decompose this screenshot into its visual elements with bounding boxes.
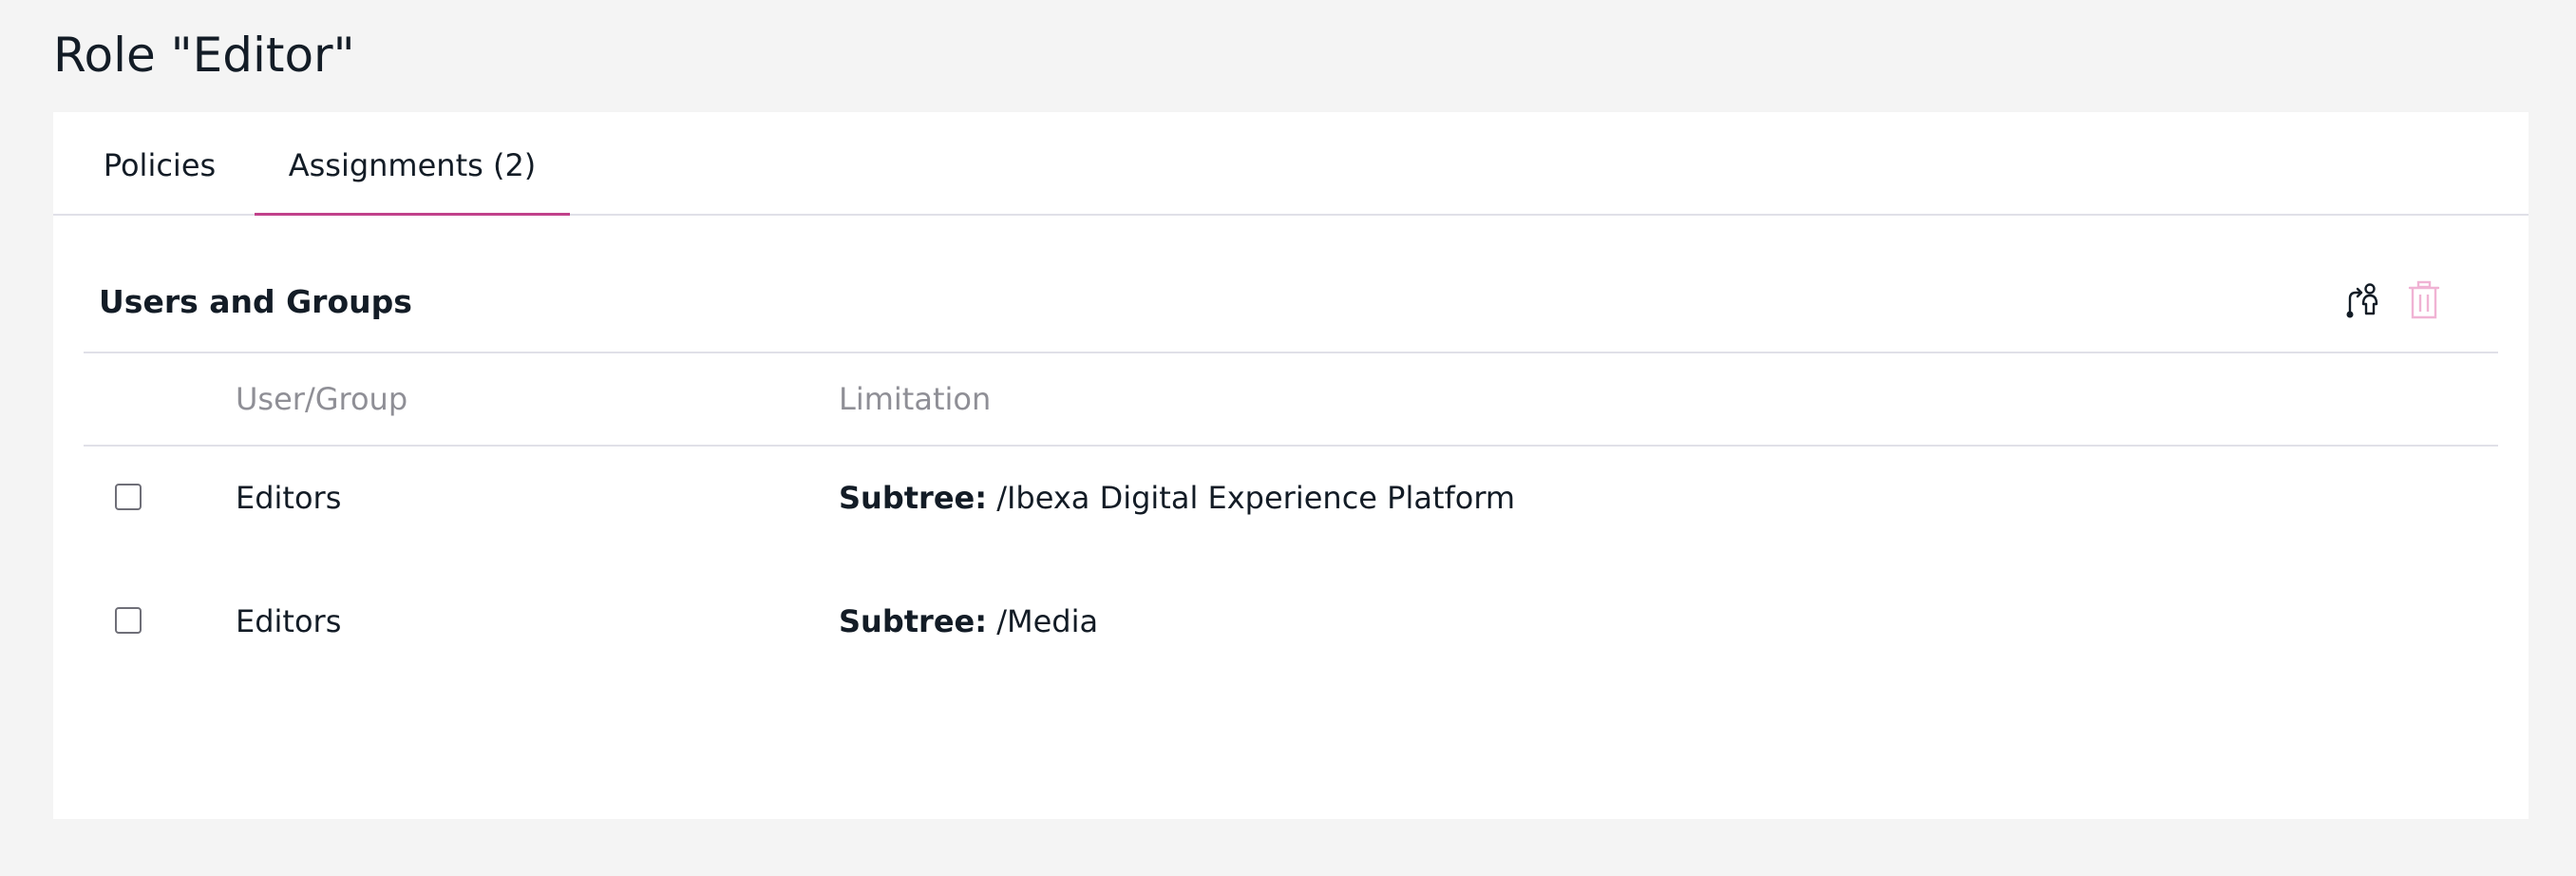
user-group-cell[interactable]: Editors bbox=[236, 477, 341, 519]
trash-icon bbox=[2408, 280, 2440, 319]
users-groups-header: Users and Groups bbox=[84, 264, 2498, 353]
tab-bar: Policies Assignments (2) bbox=[53, 112, 2529, 216]
row-checkbox[interactable] bbox=[115, 484, 142, 510]
table-header: User/Group Limitation bbox=[84, 353, 2498, 447]
table-row: Editors Subtree: /Ibexa Digital Experien… bbox=[84, 447, 2498, 570]
limitation-key: Subtree: bbox=[839, 480, 988, 516]
assign-user-icon bbox=[2346, 283, 2378, 318]
limitation-value: /Ibexa Digital Experience Platform bbox=[987, 480, 1516, 516]
section-title: Users and Groups bbox=[99, 283, 412, 320]
table-row: Editors Subtree: /Media bbox=[84, 570, 2498, 694]
delete-button[interactable] bbox=[2401, 277, 2447, 323]
column-header-limitation: Limitation bbox=[839, 381, 992, 417]
page-title: Role "Editor" bbox=[53, 28, 355, 83]
tab-assignments[interactable]: Assignments (2) bbox=[255, 112, 570, 216]
limitation-value: /Media bbox=[987, 603, 1099, 639]
row-checkbox[interactable] bbox=[115, 607, 142, 634]
role-card: Policies Assignments (2) Users and Group… bbox=[53, 112, 2529, 819]
limitation-cell: Subtree: /Ibexa Digital Experience Platf… bbox=[839, 477, 1515, 519]
user-group-cell[interactable]: Editors bbox=[236, 600, 341, 642]
assign-users-button[interactable] bbox=[2339, 277, 2384, 323]
limitation-cell: Subtree: /Media bbox=[839, 600, 1098, 642]
tab-policies[interactable]: Policies bbox=[101, 112, 218, 214]
column-header-user-group: User/Group bbox=[236, 381, 408, 417]
limitation-key: Subtree: bbox=[839, 603, 988, 639]
